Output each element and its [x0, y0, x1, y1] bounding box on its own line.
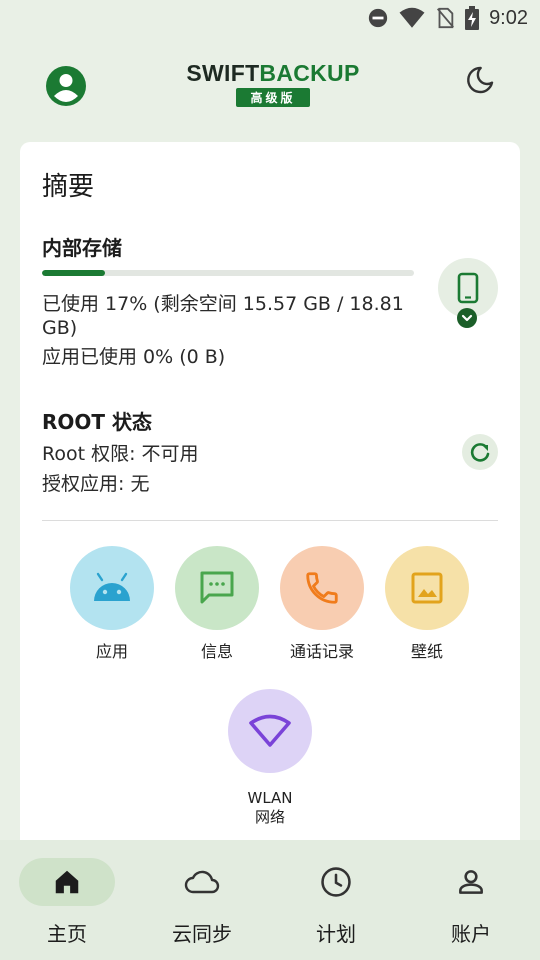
message-icon — [200, 571, 234, 604]
category-messages[interactable]: 信息 — [167, 546, 267, 661]
cloud-icon — [184, 870, 220, 894]
battery-charging-icon — [465, 6, 480, 30]
nav-cloud-sync[interactable]: 云同步 — [142, 858, 262, 947]
nav-home[interactable]: 主页 — [7, 858, 127, 947]
category-wallpapers-label: 壁纸 — [410, 642, 443, 661]
top-app-bar: SWIFTBACKUP 高级版 — [0, 36, 540, 132]
home-icon — [55, 870, 79, 894]
storage-dropdown[interactable] — [457, 308, 477, 328]
brand-part2: BACKUP — [259, 60, 360, 86]
section-divider — [42, 520, 498, 521]
nav-cloud-sync-label: 云同步 — [172, 922, 232, 946]
nav-account[interactable]: 账户 — [411, 858, 531, 947]
category-wallpapers[interactable]: 壁纸 — [377, 546, 477, 661]
apps-used-text: 应用已使用 0% (0 B) — [42, 346, 226, 368]
category-call-logs-label: 通话记录 — [289, 642, 354, 661]
summary-title: 摘要 — [42, 172, 95, 202]
wifi-icon — [249, 714, 291, 747]
premium-badge: 高级版 — [236, 88, 310, 107]
nav-account-label: 账户 — [451, 922, 491, 946]
storage-used-text: 已使用 17% (剩余空间 15.57 GB / 18.81 GB) — [42, 293, 404, 339]
nav-schedule[interactable]: 计划 — [276, 858, 396, 947]
summary-card: 摘要 内部存储 已使用 17% (剩余空间 15.57 GB / 18.81 G… — [20, 142, 520, 862]
no-sim-icon — [437, 7, 455, 29]
storage-title: 内部存储 — [42, 236, 122, 260]
do-not-disturb-icon — [368, 8, 388, 28]
status-bar: 9:02 — [0, 0, 540, 36]
root-authorized-text: 授权应用: 无 — [42, 473, 150, 495]
chevron-down-icon — [461, 314, 473, 322]
category-apps-label: 应用 — [95, 642, 128, 661]
wifi-icon — [399, 7, 425, 28]
nav-schedule-label: 计划 — [316, 922, 356, 946]
category-wlan-label: WLAN 网络 — [247, 789, 293, 826]
account-button[interactable] — [44, 64, 88, 108]
app-logo: SWIFTBACKUP 高级版 — [186, 60, 360, 107]
root-permission-text: Root 权限: 不可用 — [42, 443, 199, 465]
refresh-icon — [470, 443, 490, 462]
storage-select-button[interactable] — [438, 258, 498, 328]
category-apps[interactable]: 应用 — [62, 546, 162, 661]
bottom-navigation: 主页 云同步 计划 账户 — [0, 840, 540, 960]
storage-progress-bar — [42, 270, 414, 276]
category-wlan[interactable]: WLAN 网络 — [220, 689, 320, 827]
account-circle-icon — [46, 66, 86, 106]
clock-icon — [321, 867, 351, 897]
android-icon — [94, 572, 130, 601]
brand-part1: SWIFT — [186, 60, 260, 86]
root-status-title: ROOT 状态 — [42, 410, 153, 434]
status-time: 9:02 — [489, 6, 528, 29]
root-refresh-button[interactable] — [462, 434, 498, 470]
category-call-logs[interactable]: 通话记录 — [272, 546, 372, 661]
image-icon — [411, 572, 443, 604]
person-icon — [459, 870, 483, 894]
category-messages-label: 信息 — [200, 642, 233, 661]
theme-toggle-button[interactable] — [464, 64, 500, 100]
moon-icon — [467, 66, 494, 94]
nav-home-label: 主页 — [47, 922, 87, 946]
phone-icon — [306, 572, 338, 604]
storage-progress-fill — [42, 270, 106, 276]
